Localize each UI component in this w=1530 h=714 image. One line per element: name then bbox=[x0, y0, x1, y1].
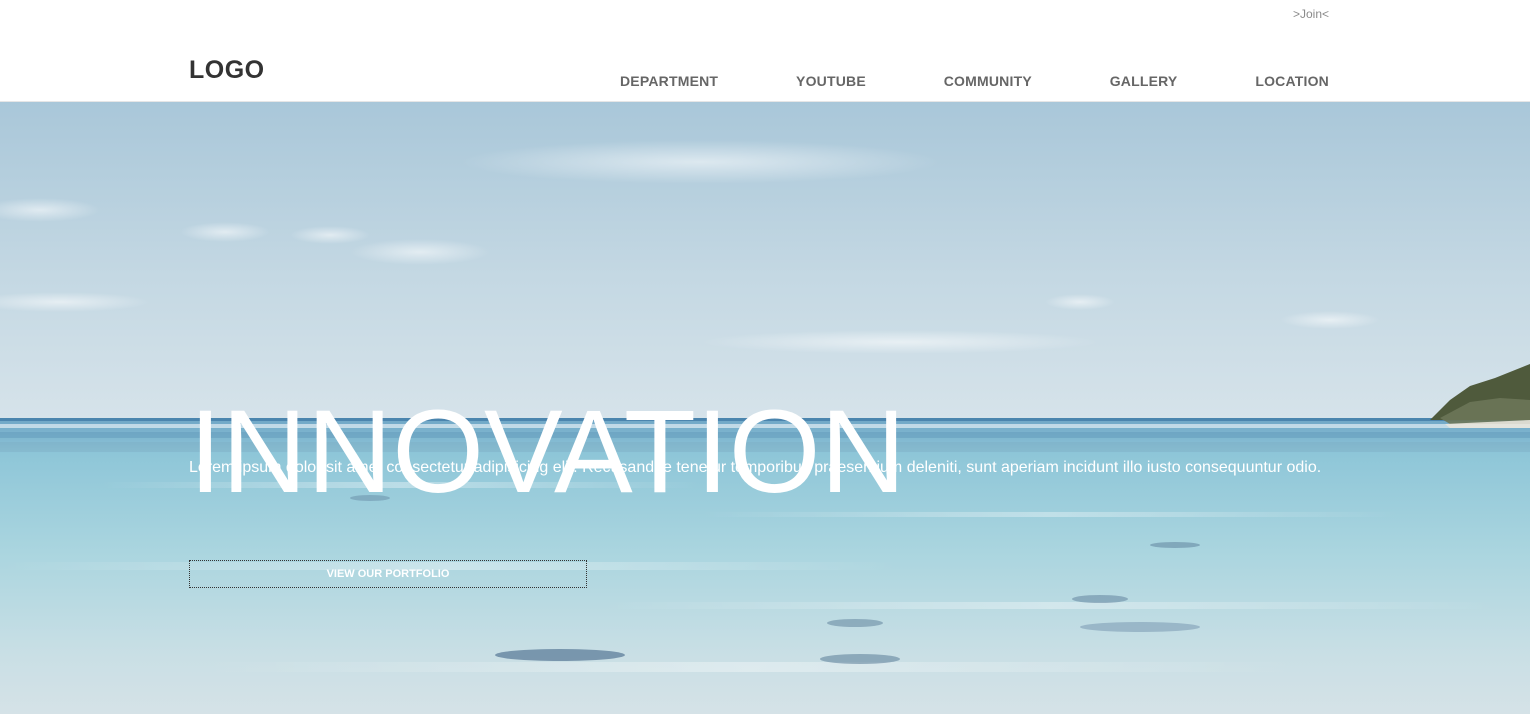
site-header: >Join< LOGO DEPARTMENT YOUTUBE COMMUNITY… bbox=[0, 0, 1530, 102]
join-link[interactable]: >Join< bbox=[1293, 7, 1329, 21]
nav-item-youtube[interactable]: YOUTUBE bbox=[796, 73, 866, 89]
hero-section: INNOVATION Lorem ipsum dolor sit amet co… bbox=[0, 102, 1530, 714]
logo[interactable]: LOGO bbox=[189, 56, 265, 85]
page: >Join< LOGO DEPARTMENT YOUTUBE COMMUNITY… bbox=[0, 0, 1530, 714]
nav-item-department[interactable]: DEPARTMENT bbox=[620, 73, 718, 89]
main-nav: DEPARTMENT YOUTUBE COMMUNITY GALLERY LOC… bbox=[620, 72, 1329, 90]
hero-description: Lorem ipsum dolor sit amet consectetur a… bbox=[189, 459, 1322, 476]
nav-item-community[interactable]: COMMUNITY bbox=[944, 73, 1032, 89]
hero-title: INNOVATION bbox=[189, 386, 906, 519]
nav-item-gallery[interactable]: GALLERY bbox=[1110, 73, 1178, 89]
nav-item-location[interactable]: LOCATION bbox=[1255, 73, 1329, 89]
view-portfolio-button[interactable]: VIEW OUR PORTFOLIO bbox=[189, 560, 587, 588]
